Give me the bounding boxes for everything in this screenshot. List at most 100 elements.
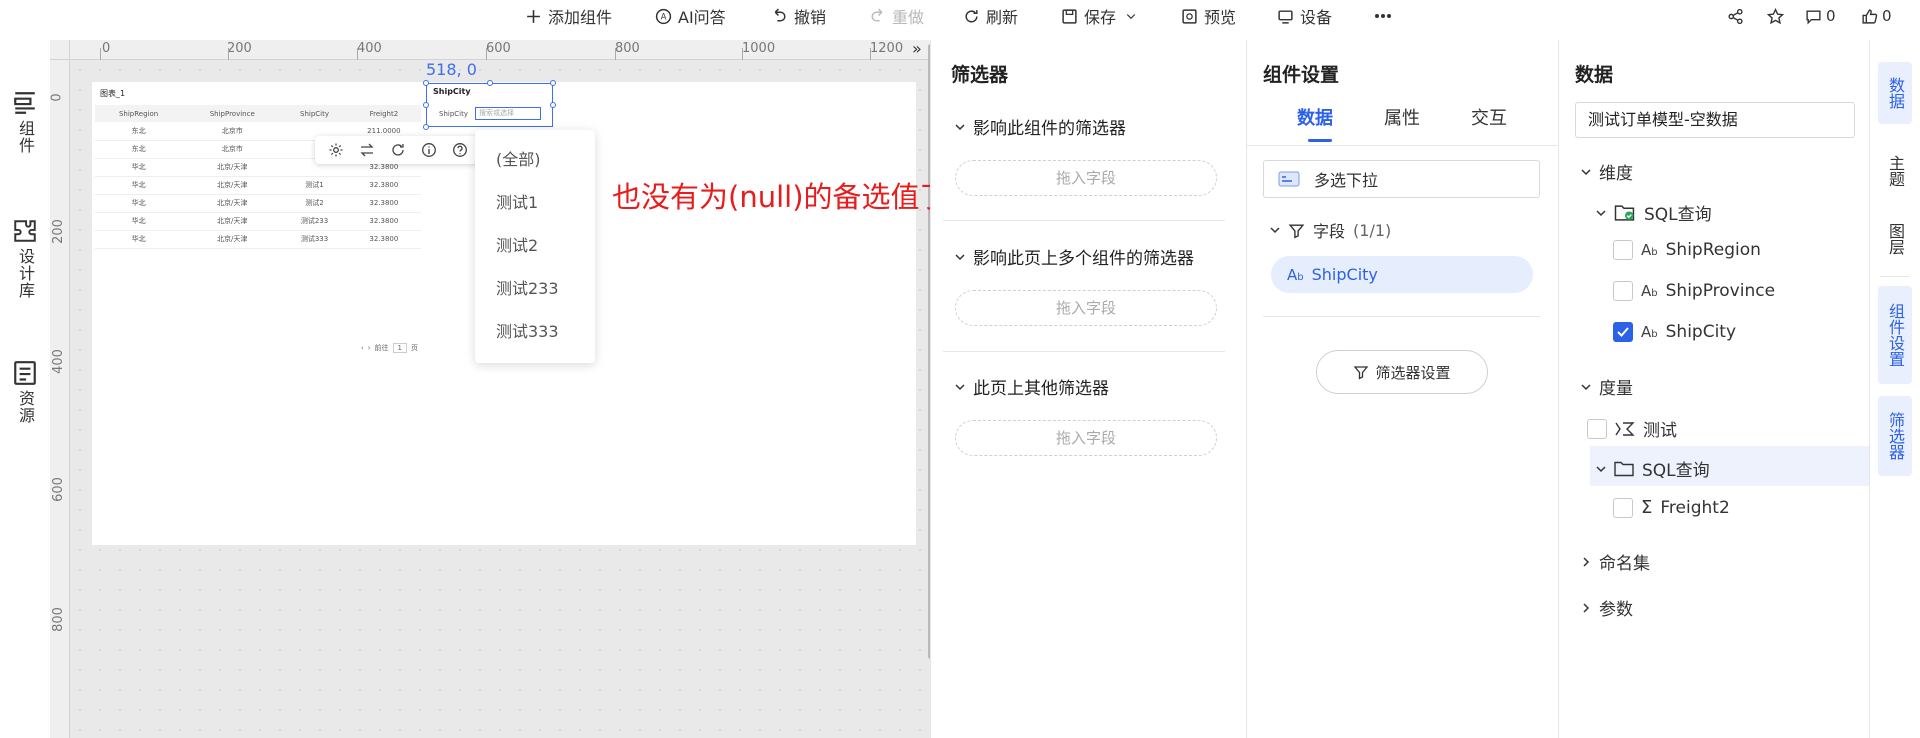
help-icon[interactable]	[452, 142, 468, 158]
add-component-button[interactable]: 添加组件	[524, 0, 612, 32]
rail-theme[interactable]: 主题	[1878, 140, 1912, 202]
info-icon[interactable]	[421, 142, 437, 158]
resize-handle[interactable]	[423, 80, 429, 86]
chevron-down-icon	[1596, 465, 1606, 472]
resize-handle[interactable]	[487, 80, 493, 86]
table-cell: 32.3800	[346, 176, 421, 195]
rail-components[interactable]: 组件	[0, 90, 50, 154]
puzzle-icon	[14, 220, 36, 242]
dropdown-option[interactable]: 测试333	[475, 314, 595, 357]
rail-component-settings[interactable]: 组件设置	[1878, 286, 1912, 384]
dropdown-option[interactable]: 测试2	[475, 228, 595, 271]
rail-resources[interactable]: 资源	[0, 360, 50, 424]
comment-button[interactable]: 0	[1804, 0, 1836, 32]
table-row[interactable]: 华北 北京/天津 测试233 32.3800	[95, 212, 421, 231]
dimension-sql-folder[interactable]: SQL查询	[1596, 200, 1712, 225]
filter-settings-button[interactable]: 筛选器设置	[1316, 350, 1488, 394]
dropdown-option[interactable]: 测试233	[475, 271, 595, 314]
save-button[interactable]: 保存	[1060, 0, 1140, 32]
undo-button[interactable]: 撤销	[770, 0, 826, 32]
resize-handle[interactable]	[423, 102, 429, 108]
dimensions-group[interactable]: 维度	[1581, 159, 1633, 184]
table-header[interactable]: ShipProvince	[182, 105, 283, 122]
table-header[interactable]: ShipRegion	[95, 105, 183, 122]
next-page-icon[interactable]: ›	[368, 344, 371, 352]
rail-design-library[interactable]: 设计库	[0, 218, 50, 299]
component-type-selector[interactable]: 多选下拉	[1263, 160, 1540, 198]
tab-interaction[interactable]: 交互	[1471, 104, 1507, 130]
tab-properties[interactable]: 属性	[1384, 104, 1420, 130]
named-sets-group[interactable]: 命名集	[1581, 549, 1650, 574]
drop-field-zone[interactable]: 拖入字段	[955, 160, 1217, 196]
favorite-button[interactable]	[1766, 0, 1784, 32]
checkbox[interactable]	[1613, 497, 1633, 518]
resize-handle[interactable]	[550, 102, 556, 108]
text-type-icon: Ab	[1641, 241, 1658, 259]
measure-test[interactable]: 测试	[1587, 416, 1677, 441]
filter-widget[interactable]: ShipCity ShipCity 搜索或选择	[423, 80, 556, 130]
table-cell: 32.3800	[346, 212, 421, 231]
table-header[interactable]: Freight2	[346, 105, 421, 122]
tab-data[interactable]: 数据	[1297, 104, 1333, 130]
table-row[interactable]: 华北 北京/天津 测试333 32.3800	[95, 230, 421, 249]
drop-field-zone[interactable]: 拖入字段	[955, 290, 1217, 326]
fields-section-header[interactable]: 字段 (1/1)	[1270, 218, 1391, 242]
table-pager: ‹ › 前往 1 页	[360, 343, 418, 353]
dropdown-option[interactable]: (全部)	[475, 142, 595, 185]
more-button[interactable]	[1374, 0, 1392, 32]
table-cell: 32.3800	[346, 230, 421, 249]
section-this-component[interactable]: 影响此组件的筛选器	[955, 114, 1126, 139]
components-icon	[14, 92, 35, 114]
dropdown-option[interactable]: 测试1	[475, 185, 595, 228]
chevron-down-icon	[955, 253, 965, 260]
filter-widget-label: ShipCity	[439, 110, 468, 118]
measures-group[interactable]: 度量	[1581, 374, 1633, 399]
table-row[interactable]: 华北 北京/天津 测试1 32.3800	[95, 176, 421, 195]
settings-icon[interactable]	[328, 142, 344, 158]
redo-button[interactable]: 重做	[868, 0, 924, 32]
table-widget[interactable]: 图表_1 ShipRegion ShipProvince ShipCity Fr…	[92, 83, 424, 358]
rail-filters[interactable]: 筛选器	[1878, 396, 1912, 476]
drop-field-zone[interactable]: 拖入字段	[955, 420, 1217, 456]
ruler-x-label: 800	[615, 41, 640, 56]
filter-panel-title: 筛选器	[951, 64, 1009, 86]
resize-handle[interactable]	[550, 80, 556, 86]
device-button[interactable]: 设备	[1276, 0, 1332, 32]
coordinate-readout: 518, 0	[426, 60, 477, 79]
measure-freight2[interactable]: Σ Freight2	[1613, 497, 1730, 518]
checkbox[interactable]	[1613, 240, 1633, 260]
page-number-input[interactable]: 1	[392, 343, 407, 353]
checkbox[interactable]	[1587, 418, 1607, 439]
checkbox[interactable]	[1613, 281, 1633, 301]
field-chip-shipcity[interactable]: Ab ShipCity	[1271, 256, 1533, 293]
data-panel-title: 数据	[1575, 64, 1614, 86]
rail-layers[interactable]: 图层	[1878, 208, 1912, 270]
rail-data[interactable]: 数据	[1878, 62, 1912, 124]
resize-handle[interactable]	[423, 124, 429, 130]
dimension-field[interactable]: Ab ShipProvince	[1613, 281, 1775, 301]
ai-qa-button[interactable]: A AI问答	[654, 0, 726, 32]
refresh-button[interactable]: 刷新	[962, 0, 1018, 32]
collapse-panel-icon[interactable]: »	[912, 40, 922, 58]
data-model-selector[interactable]: 测试订单模型-空数据	[1575, 102, 1855, 138]
table-cell: 华北	[95, 212, 183, 231]
checkbox[interactable]	[1613, 322, 1633, 342]
table-header[interactable]: ShipCity	[282, 105, 347, 122]
filter-select-input[interactable]: 搜索或选择	[475, 107, 541, 120]
parameters-group[interactable]: 参数	[1581, 595, 1633, 620]
share-button[interactable]	[1726, 0, 1744, 32]
swap-icon[interactable]	[359, 142, 375, 158]
dimension-field[interactable]: Ab ShipCity	[1613, 322, 1736, 342]
prev-page-icon[interactable]: ‹	[361, 344, 364, 352]
refresh-icon[interactable]	[390, 142, 406, 158]
chevron-down-icon	[1596, 209, 1606, 216]
table-row[interactable]: 华北 北京/天津 测试2 32.3800	[95, 194, 421, 213]
widget-floating-toolbar	[315, 136, 481, 164]
table-cell: 北京/天津	[182, 194, 283, 213]
preview-button[interactable]: 预览	[1180, 0, 1236, 32]
dimension-field[interactable]: Ab ShipRegion	[1613, 240, 1761, 260]
section-multi-components[interactable]: 影响此页上多个组件的筛选器	[955, 244, 1194, 269]
section-other-filters[interactable]: 此页上其他筛选器	[955, 374, 1109, 399]
like-button[interactable]: 0	[1860, 0, 1892, 32]
measure-sql-folder[interactable]: SQL查询	[1596, 456, 1710, 481]
